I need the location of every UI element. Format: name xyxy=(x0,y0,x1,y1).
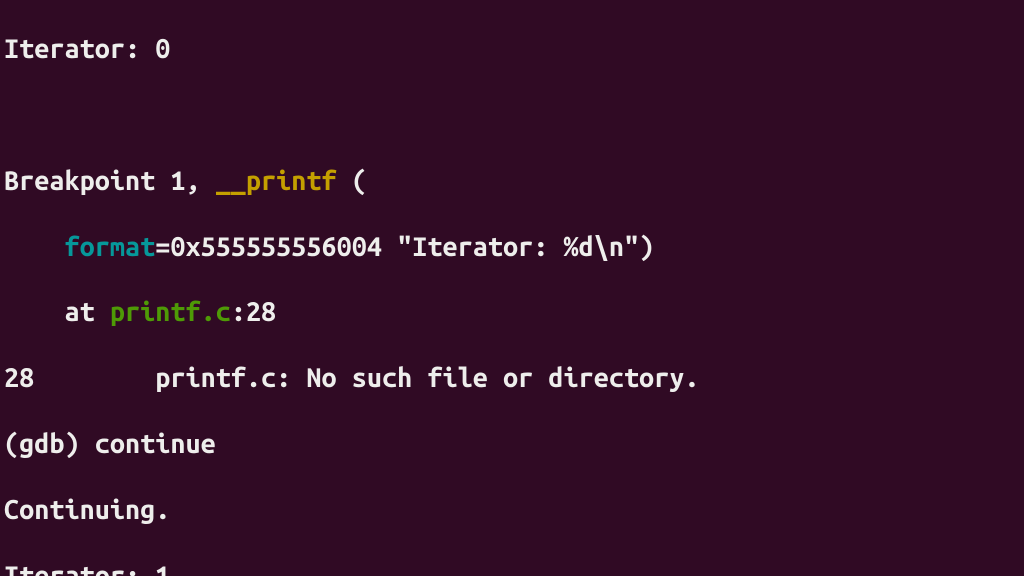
blank-line xyxy=(4,99,1020,132)
prompt-line: (gdb) continue xyxy=(4,428,1020,461)
status-line: Continuing. xyxy=(4,494,1020,527)
param-value: =0x555555556004 "Iterator: %d\n") xyxy=(155,232,654,262)
gdb-terminal[interactable]: Iterator: 0 Breakpoint 1, __printf ( for… xyxy=(0,0,1024,576)
breakpoint-label: Breakpoint 1, xyxy=(4,166,216,196)
output-line: Iterator: 0 xyxy=(4,33,1020,66)
program-output: Iterator: 1 xyxy=(4,561,170,576)
source-error: 28 printf.c: No such file or directory. xyxy=(4,362,1020,395)
function-name: __printf xyxy=(216,166,337,196)
breakpoint-location: at printf.c:28 xyxy=(4,296,1020,329)
breakpoint-args: format=0x555555556004 "Iterator: %d\n") xyxy=(4,231,1020,264)
line-number: :28 xyxy=(231,297,276,327)
error-text: printf.c: No such file or directory. xyxy=(155,363,699,393)
param-name: format xyxy=(64,232,155,262)
user-command: continue xyxy=(95,429,216,459)
error-lineno: 28 xyxy=(4,363,34,393)
program-output: Iterator: 0 xyxy=(4,34,170,64)
source-file: printf.c xyxy=(110,297,231,327)
continuing-text: Continuing. xyxy=(4,495,170,525)
breakpoint-header: Breakpoint 1, __printf ( xyxy=(4,165,1020,198)
output-line: Iterator: 1 xyxy=(4,560,1020,576)
gdb-prompt: (gdb) xyxy=(4,429,95,459)
paren-open: ( xyxy=(337,166,367,196)
